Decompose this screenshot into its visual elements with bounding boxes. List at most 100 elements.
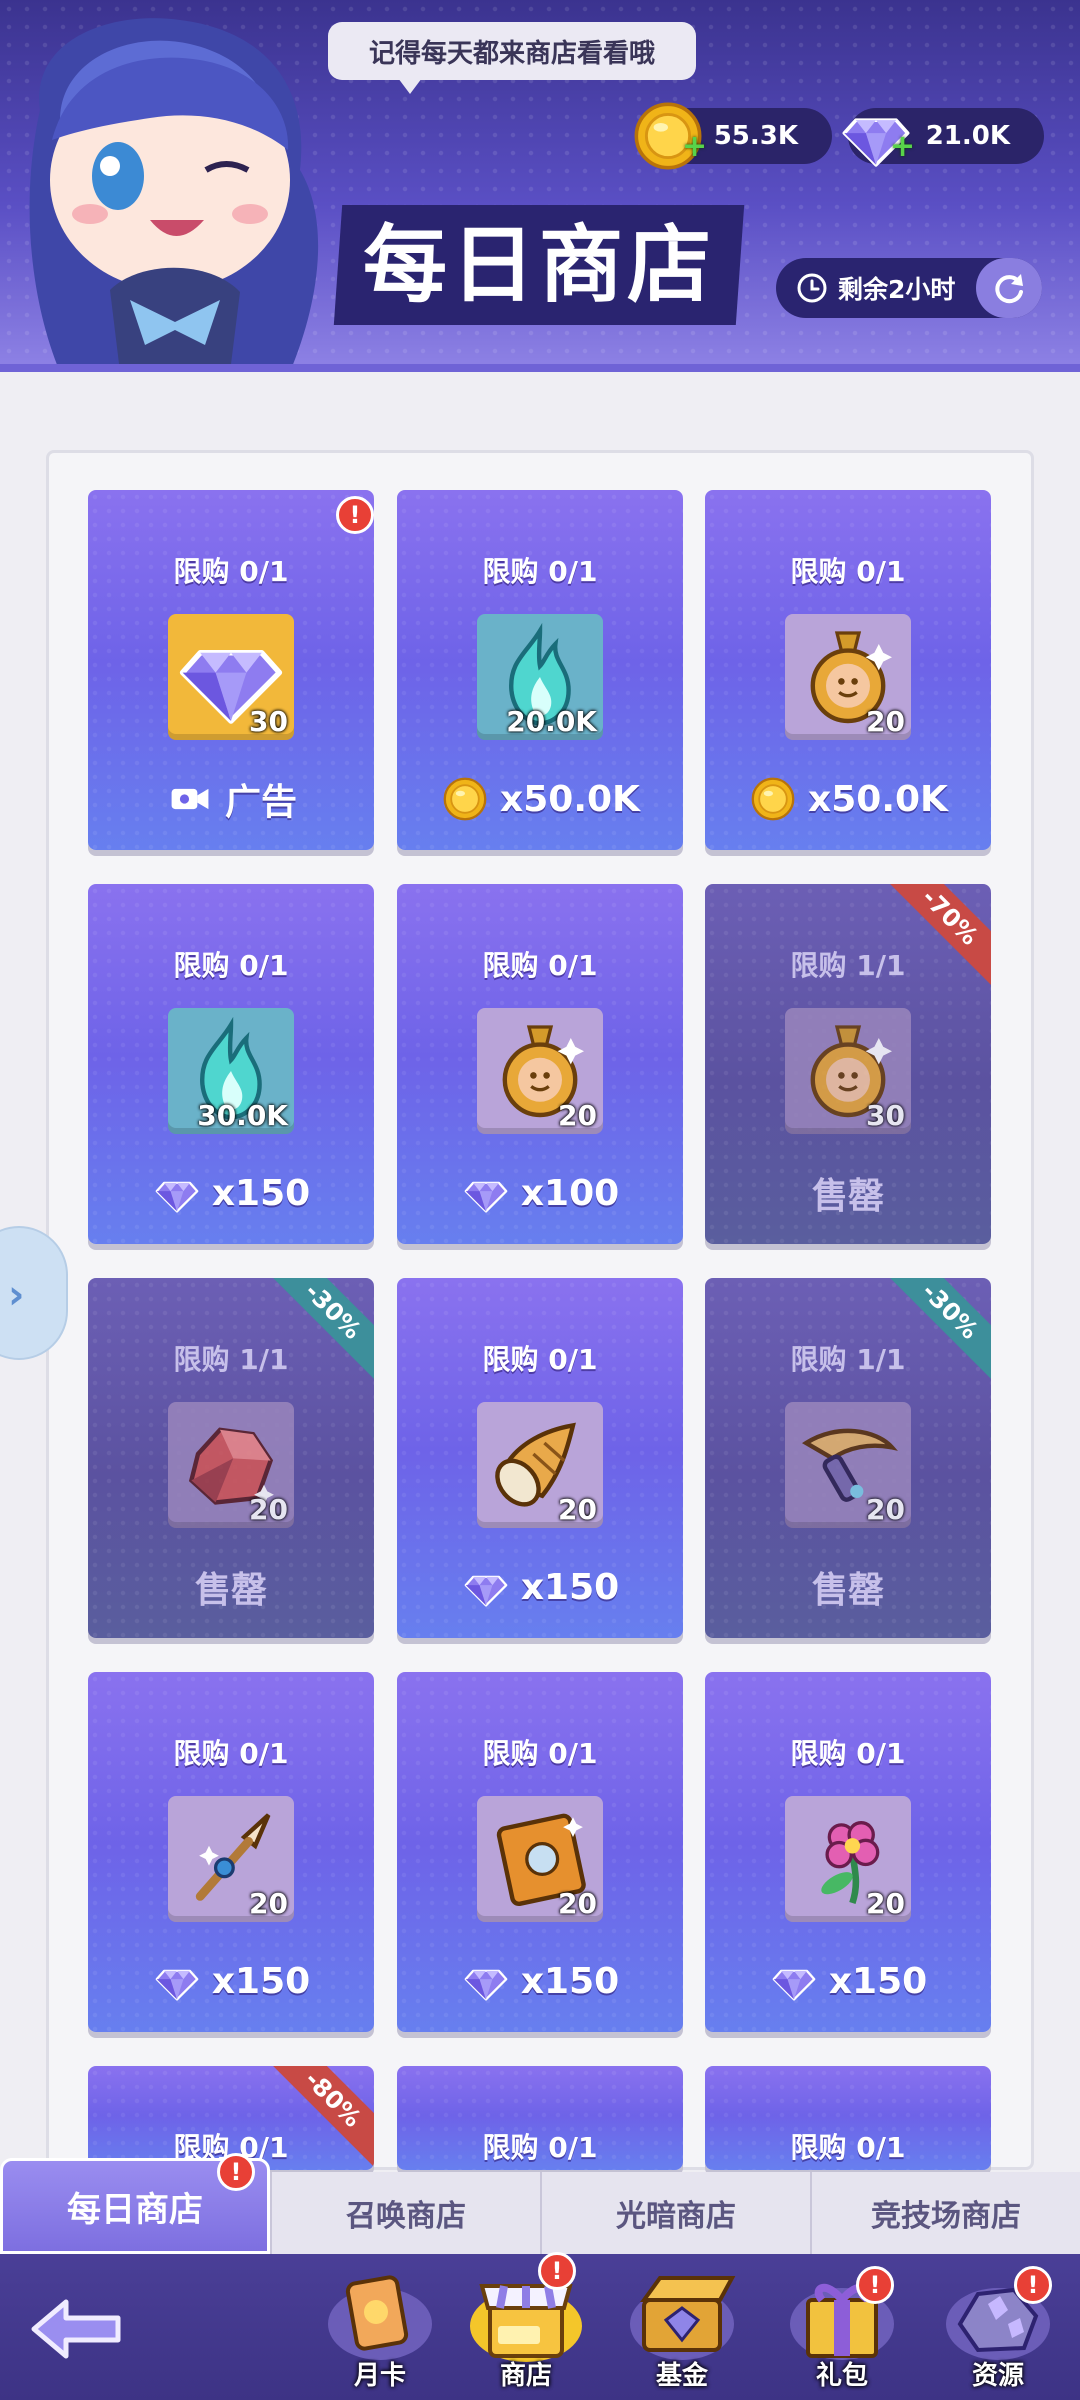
nav-label: 商店 [499, 2361, 552, 2391]
nav-label: 月卡 [353, 2361, 406, 2391]
item-quantity: 30.0K [197, 1099, 288, 1132]
video-ad-icon [165, 776, 215, 822]
price-text: x150 [520, 1960, 620, 2002]
price-text: 售罄 [194, 1570, 267, 1611]
buy-button[interactable]: x50.0K [705, 776, 991, 822]
shop-item-card[interactable]: 限购 0/1 20 x150 [705, 1672, 991, 2032]
purchase-limit: 限购 0/1 [482, 1737, 598, 1770]
purchase-limit: 限购 0/1 [173, 1737, 289, 1770]
item-quantity: 20 [866, 705, 905, 738]
buy-button[interactable]: x150 [705, 1958, 991, 2004]
purchase-limit: 限购 0/1 [482, 2131, 598, 2164]
shop-item-card[interactable]: 限购 0/1 [705, 2066, 991, 2170]
shop-item-card[interactable]: 限购 1/1 20 售罄 -30% [88, 1278, 374, 1638]
item-slot: 20 [477, 1796, 603, 1922]
item-slot: 20 [785, 1796, 911, 1922]
item-quantity: 20.0K [506, 705, 597, 738]
buy-button[interactable]: x150 [88, 1958, 374, 2004]
purchase-limit: 限购 0/1 [482, 555, 598, 588]
shop-item-card[interactable]: 限购 0/1 30.0K x150 [88, 884, 374, 1244]
month-card-icon [328, 2275, 432, 2360]
shop-item-card[interactable]: 限购 1/1 30 售罄 -70% [705, 884, 991, 1244]
item-slot: 30 [785, 1008, 911, 1134]
item-slot: 30.0K [168, 1008, 294, 1134]
nav-gift[interactable]: ! 礼包 [762, 2254, 922, 2400]
page-title: 每日商店 [333, 205, 745, 325]
nav-label: 礼包 [815, 2361, 868, 2391]
shop-item-card[interactable]: 限购 1/1 20 售罄 -30% [705, 1278, 991, 1638]
gem-icon [461, 1170, 511, 1216]
coin-icon [748, 776, 798, 822]
coin-icon [440, 776, 490, 822]
alert-icon: ! [336, 496, 374, 534]
purchase-limit: 限购 0/1 [173, 555, 289, 588]
shop-item-card[interactable]: 限购 0/1 20 x150 [397, 1278, 683, 1638]
item-slot: 20 [785, 1402, 911, 1528]
shop-tab-bar: 召唤商店 光暗商店 竞技场商店 每日商店 ! [0, 2153, 1080, 2254]
tab-light-dark-shop[interactable]: 光暗商店 [540, 2172, 810, 2254]
alert-icon: ! [856, 2266, 894, 2304]
page-title-text: 每日商店 [362, 216, 715, 314]
tab-daily-shop-label: 每日商店 [67, 2189, 203, 2230]
shop-header: 记得每天都来商店看看哦 + 55.3K + 21.0K 每日商店 剩余2小时 [0, 0, 1080, 372]
purchase-limit: 限购 1/1 [173, 1343, 289, 1376]
refresh-timer: 剩余2小时 [776, 258, 1042, 318]
shop-item-card[interactable]: 限购 0/1 30 广告! [88, 490, 374, 850]
item-quantity: 20 [558, 1493, 597, 1526]
buy-button[interactable]: x150 [397, 1564, 683, 1610]
buy-button[interactable]: x100 [397, 1170, 683, 1216]
shop-item-card[interactable]: 限购 0/1 20 x100 [397, 884, 683, 1244]
side-expand-button[interactable]: › [0, 1226, 68, 1360]
purchase-limit: 限购 0/1 [482, 1343, 598, 1376]
price-text: x150 [520, 1566, 620, 1608]
tab-arena-shop[interactable]: 竞技场商店 [810, 2172, 1080, 2254]
item-quantity: 30 [249, 705, 288, 738]
shop-item-card[interactable]: 限购 0/1 [397, 2066, 683, 2170]
gem-icon [769, 1958, 819, 2004]
coin-amount: 55.3K [713, 121, 798, 151]
purchase-limit: 限购 0/1 [790, 2131, 906, 2164]
item-slot: 30 [168, 614, 294, 740]
item-quantity: 20 [866, 1887, 905, 1920]
tab-summon-shop[interactable]: 召唤商店 [270, 2172, 540, 2254]
buy-button[interactable]: 广告 [88, 776, 374, 823]
gem-counter[interactable]: + 21.0K [848, 108, 1044, 164]
item-quantity: 20 [249, 1887, 288, 1920]
shop-item-card[interactable]: 限购 0/1 20 x150 [397, 1672, 683, 2032]
gem-icon [461, 1564, 511, 1610]
add-gems-icon[interactable]: + [890, 132, 915, 162]
price-text: x50.0K [500, 778, 640, 820]
item-slot: 20 [477, 1008, 603, 1134]
buy-button[interactable]: x50.0K [397, 776, 683, 822]
alert-icon: ! [217, 2153, 255, 2191]
chevron-right-icon: › [8, 1272, 25, 1318]
item-quantity: 20 [249, 1493, 288, 1526]
buy-button[interactable]: x150 [397, 1958, 683, 2004]
nav-month-card[interactable]: 月卡 [300, 2254, 460, 2400]
item-quantity: 30 [866, 1099, 905, 1132]
add-coins-icon[interactable]: + [682, 132, 707, 162]
nav-fund[interactable]: 基金 [602, 2254, 762, 2400]
buy-button[interactable]: x150 [88, 1170, 374, 1216]
back-arrow-icon[interactable] [26, 2294, 126, 2364]
nav-shop[interactable]: ! 商店 [446, 2252, 606, 2400]
speech-bubble: 记得每天都来商店看看哦 [328, 22, 696, 94]
refresh-button[interactable] [976, 258, 1042, 318]
gem-icon [152, 1958, 202, 2004]
shop-item-card[interactable]: 限购 0/1 20 x50.0K [705, 490, 991, 850]
gem-amount: 21.0K [925, 121, 1010, 151]
shop-item-card[interactable]: 限购 0/1 20 x150 [88, 1672, 374, 2032]
sold-out-label: 售罄 [705, 1170, 991, 1217]
price-text: x50.0K [808, 778, 948, 820]
nav-resources[interactable]: ! 资源 [918, 2254, 1078, 2400]
refresh-icon [995, 274, 1023, 304]
price-text: 售罄 [811, 1176, 884, 1217]
item-slot: 20 [168, 1796, 294, 1922]
shop-item-card[interactable]: 限购 0/1 20.0K x50.0K [397, 490, 683, 850]
sold-out-label: 售罄 [705, 1564, 991, 1611]
purchase-limit: 限购 1/1 [790, 1343, 906, 1376]
tab-daily-shop[interactable]: 每日商店 ! [0, 2153, 270, 2254]
coin-counter[interactable]: + 55.3K [640, 108, 832, 164]
purchase-limit: 限购 0/1 [482, 949, 598, 982]
nav-label: 资源 [971, 2361, 1024, 2391]
